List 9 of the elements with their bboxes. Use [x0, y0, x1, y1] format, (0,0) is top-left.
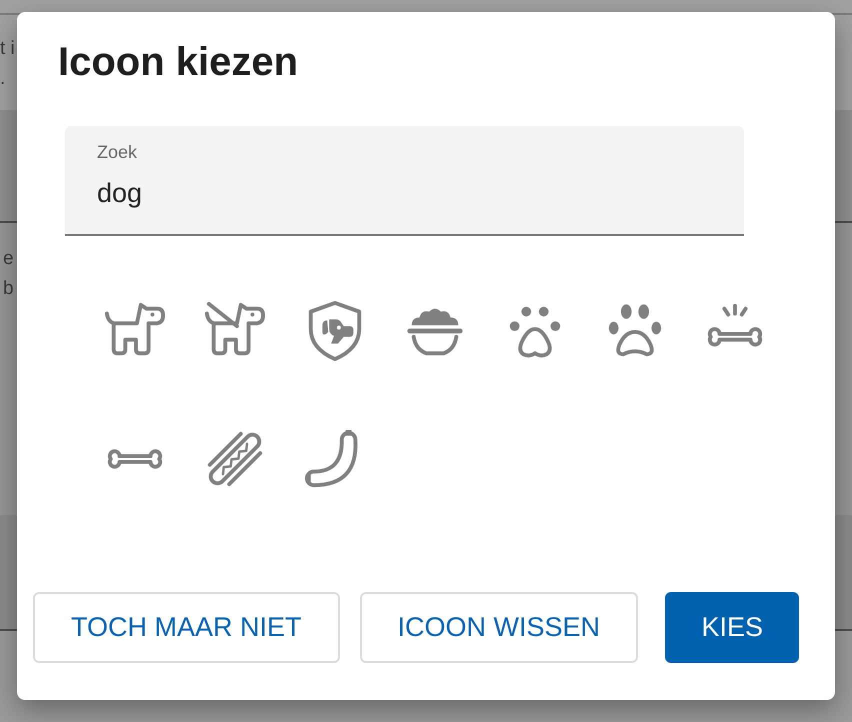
background-text: e — [3, 247, 14, 271]
dialog-title: Icoon kiezen — [58, 39, 298, 86]
clear-icon-button[interactable]: ICOON WISSEN — [360, 592, 638, 663]
background-text: b — [3, 277, 14, 301]
search-field[interactable]: Zoek dog — [65, 126, 744, 236]
background-text: t i — [0, 37, 15, 61]
background-text: . — [0, 67, 6, 91]
cancel-button[interactable]: TOCH MAAR NIET — [33, 592, 340, 663]
choose-button[interactable]: KIES — [665, 592, 799, 663]
